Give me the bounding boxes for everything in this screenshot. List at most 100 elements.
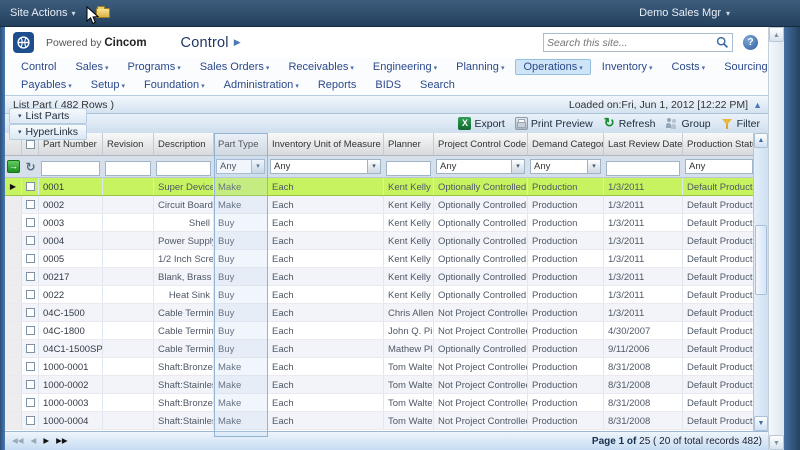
row-checkbox[interactable] (26, 200, 35, 209)
filter-input-part-number[interactable] (41, 161, 100, 176)
table-row[interactable]: 04C-1800Cable TerminalBuyEachJohn Q. Pil… (5, 322, 753, 340)
row-checkbox[interactable] (26, 254, 35, 263)
menu-item-operations[interactable]: Operations▾ (515, 59, 590, 75)
row-checkbox-cell (22, 250, 39, 267)
menu-item-search[interactable]: Search (412, 77, 463, 93)
grid-vertical-scrollbar[interactable]: ▲ ▼ (753, 133, 768, 431)
column-header-project-control-code[interactable]: Project Control Code (434, 133, 528, 155)
filter-input-revision[interactable] (105, 161, 151, 176)
row-checkbox[interactable] (26, 416, 35, 425)
menu-item-reports[interactable]: Reports (310, 77, 365, 93)
scroll-down-icon[interactable]: ▼ (769, 435, 784, 450)
row-checkbox[interactable] (26, 362, 35, 371)
filter-input-description[interactable] (156, 161, 211, 176)
site-search (543, 33, 733, 52)
row-checkbox[interactable] (26, 398, 35, 407)
table-row[interactable]: 0002Circuit BoardMakeEachKent KellyOptio… (5, 196, 753, 214)
column-header-revision[interactable]: Revision (103, 133, 154, 155)
demand-category-cell: Production (528, 196, 604, 213)
menu-item-engineering[interactable]: Engineering▾ (365, 59, 445, 75)
table-row[interactable]: 04C-1500Cable TerminalBuyEachChris Allen… (5, 304, 753, 322)
row-checkbox[interactable] (26, 290, 35, 299)
row-checkbox[interactable] (26, 380, 35, 389)
table-row[interactable]: 0004Power SupplyBuyEachKent KellyOptiona… (5, 232, 753, 250)
menu-item-inventory[interactable]: Inventory▾ (594, 59, 661, 75)
scroll-up-icon[interactable]: ▲ (754, 133, 768, 148)
search-input[interactable] (547, 37, 716, 49)
filter-select-inventory-unit-of-measure[interactable]: Any▾ (270, 159, 381, 174)
scrollbar-thumb[interactable] (755, 225, 767, 295)
menu-item-foundation[interactable]: Foundation▾ (136, 77, 213, 93)
menu-item-programs[interactable]: Programs▾ (120, 59, 189, 75)
demand-category-cell: Production (528, 178, 604, 195)
table-row[interactable]: 1000-0002Shaft:StainlessMakeEachTom Walt… (5, 376, 753, 394)
column-header-description[interactable]: Description (154, 133, 214, 155)
select-all-checkbox[interactable] (26, 140, 35, 149)
demand-category-cell: Production (528, 358, 604, 375)
menu-item-sales-orders[interactable]: Sales Orders▾ (192, 59, 278, 75)
filter-select-part-type[interactable]: Any▾ (216, 159, 265, 174)
filter-input-planner[interactable] (386, 161, 431, 176)
menu-item-control[interactable]: Control (13, 59, 64, 75)
column-header-last-review-date[interactable]: Last Review Date (604, 133, 683, 155)
row-checkbox[interactable] (26, 236, 35, 245)
column-header-production-status[interactable]: Production Status (683, 133, 753, 155)
hyperlinks-menu-button[interactable]: ▾HyperLinks (9, 124, 87, 140)
filter-select-project-control-code[interactable]: Any▾ (436, 159, 525, 174)
column-header-part-type[interactable]: Part Type (214, 133, 268, 155)
next-page-button[interactable]: ▶ (43, 432, 49, 450)
group-button[interactable]: Group (665, 117, 710, 130)
apply-filter-button[interactable]: → (7, 160, 20, 173)
menu-item-costs[interactable]: Costs▾ (664, 59, 714, 75)
menu-item-planning[interactable]: Planning▾ (448, 59, 512, 75)
last-page-button[interactable]: ▶▶ (56, 432, 68, 450)
row-checkbox[interactable] (26, 272, 35, 281)
search-icon[interactable] (716, 36, 729, 49)
column-header-demand-category[interactable]: Demand Category (528, 133, 604, 155)
row-checkbox[interactable] (26, 308, 35, 317)
menu-item-sales[interactable]: Sales▾ (67, 59, 116, 75)
scroll-down-icon[interactable]: ▼ (754, 416, 768, 431)
breadcrumb-arrow-icon[interactable]: ▶ (234, 37, 241, 48)
filter-button[interactable]: Filter (721, 117, 760, 130)
table-row[interactable]: 0003ShellBuyEachKent KellyOptionally Con… (5, 214, 753, 232)
column-header-planner[interactable]: Planner (384, 133, 434, 155)
table-row[interactable]: 1000-0004Shaft:StainlessMakeEachTom Walt… (5, 412, 753, 430)
column-header-inventory-unit-of-measure[interactable]: Inventory Unit of Measure (268, 133, 384, 155)
scroll-up-icon[interactable]: ▲ (769, 27, 784, 42)
demand-category-cell: Production (528, 304, 604, 321)
page-scrollbar[interactable]: ▲ ▼ (768, 27, 784, 450)
collapse-icon[interactable]: ▲ (753, 100, 762, 110)
filter-input-last-review-date[interactable] (606, 161, 680, 176)
row-checkbox[interactable] (26, 182, 35, 191)
menu-item-receivables[interactable]: Receivables▾ (280, 59, 361, 75)
row-checkbox[interactable] (26, 218, 35, 227)
table-row[interactable]: ▶0001Super DeviceMakeEachKent KellyOptio… (5, 178, 753, 196)
menu-row-2: Payables▾Setup▾Foundation▾Administration… (5, 76, 768, 94)
description-cell: Shaft:Stainless (154, 412, 214, 429)
site-actions-menu[interactable]: Site Actions ▾ (0, 0, 86, 26)
table-row[interactable]: 1000-0001Shaft:Bronze (FMakeEachTom Walt… (5, 358, 753, 376)
filter-select-demand-category[interactable]: Any▾ (530, 159, 601, 174)
print-preview-button[interactable]: Print Preview (515, 117, 593, 130)
menu-item-payables[interactable]: Payables▾ (13, 77, 80, 93)
export-button[interactable]: Export (458, 117, 504, 130)
list-parts-menu-button[interactable]: ▾List Parts (9, 108, 87, 124)
reset-filter-icon[interactable]: ↻ (25, 161, 35, 173)
help-icon[interactable]: ? (743, 35, 758, 50)
row-checkbox[interactable] (26, 326, 35, 335)
user-menu[interactable]: Demo Sales Mgr ▾ (639, 7, 730, 19)
table-row[interactable]: 04C1-1500SPCable TerminalBuyEachMathew P… (5, 340, 753, 358)
table-row[interactable]: 00217Blank, Brass #2BuyEachKent KellyOpt… (5, 268, 753, 286)
menu-item-bids[interactable]: BIDS (367, 77, 409, 93)
row-checkbox[interactable] (26, 344, 35, 353)
refresh-button[interactable]: Refresh (603, 117, 656, 130)
menu-item-setup[interactable]: Setup▾ (83, 77, 133, 93)
table-row[interactable]: 0022Heat SinkBuyEachKent KellyOptionally… (5, 286, 753, 304)
filter-select-production-status[interactable]: Any▾ (685, 159, 753, 174)
description-cell: Cable Terminal (154, 304, 214, 321)
chevron-down-icon: ▾ (18, 128, 22, 136)
table-row[interactable]: 00051/2 Inch ScrewBuyEachKent KellyOptio… (5, 250, 753, 268)
menu-item-administration[interactable]: Administration▾ (216, 77, 307, 93)
table-row[interactable]: 1000-0003Shaft:Bronze (FMakeEachTom Walt… (5, 394, 753, 412)
